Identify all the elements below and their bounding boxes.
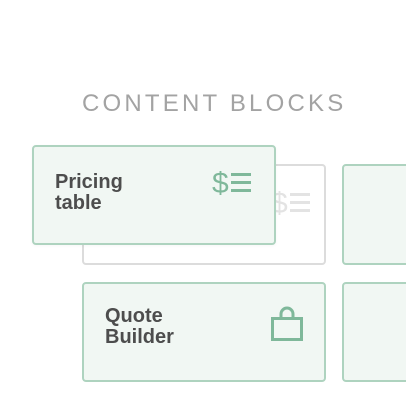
pricing-table-block[interactable]: Pricing table $ (32, 145, 276, 245)
quote-builder-block[interactable]: Quote Builder (82, 282, 326, 382)
quote-builder-label-line2: Builder (105, 326, 174, 348)
svg-text:$: $ (212, 167, 229, 199)
content-blocks-panel: CONTENT BLOCKS $ Quote Builder Pricing t… (0, 0, 406, 406)
quote-builder-label: Quote Builder (105, 306, 225, 348)
dollar-list-icon: $ (271, 187, 310, 219)
content-block-card[interactable] (342, 282, 406, 382)
pricing-table-label-line1: Pricing (55, 171, 123, 193)
shopping-bag-icon (271, 306, 303, 341)
dollar-list-icon: $ (212, 167, 251, 199)
pricing-table-label-line2: table (55, 192, 102, 214)
section-title: CONTENT BLOCKS (82, 90, 347, 117)
content-block-card[interactable] (342, 164, 406, 265)
pricing-table-label: Pricing table (55, 172, 175, 214)
quote-builder-label-line1: Quote (105, 305, 163, 327)
